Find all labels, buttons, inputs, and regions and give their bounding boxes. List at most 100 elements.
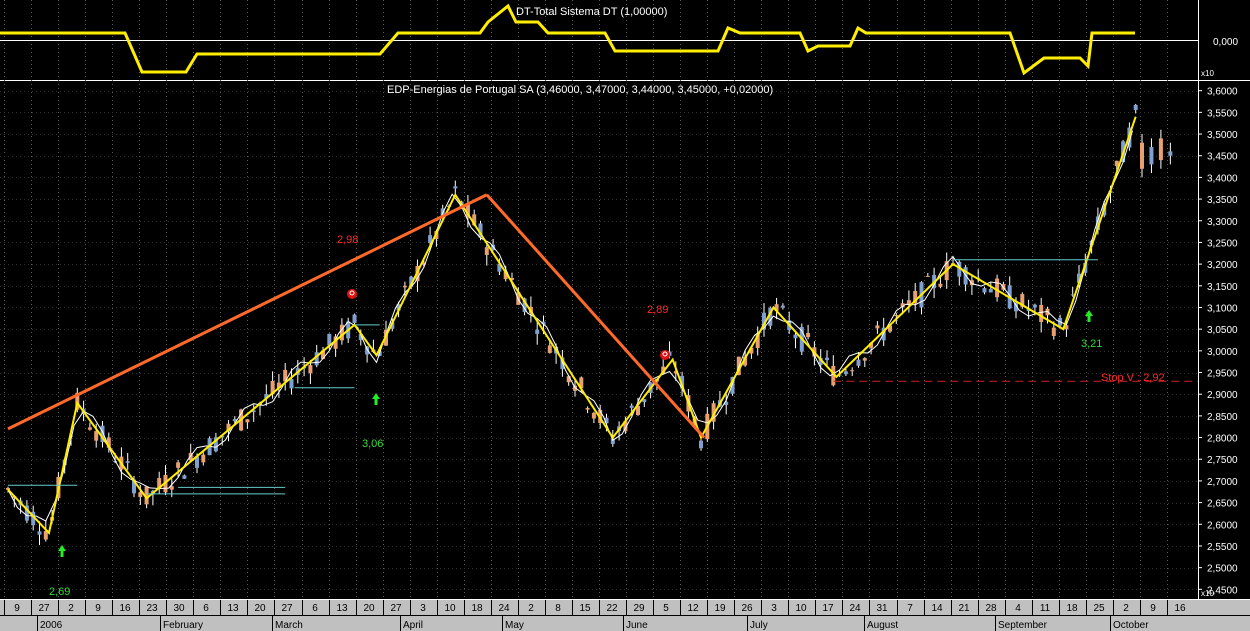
x-tick-label: 31 [876, 603, 888, 614]
candle-body [1039, 304, 1044, 322]
x-tick-label: 2 [1123, 603, 1129, 614]
candle-body [875, 325, 880, 329]
x-tick-label: 19 [714, 603, 726, 614]
candle-body [125, 461, 130, 463]
candle-body [925, 275, 930, 277]
annotation-label: 2,98 [337, 234, 358, 246]
candle-body [585, 407, 590, 410]
candle-body [982, 288, 987, 293]
candle-body [1051, 327, 1056, 336]
candle-body [547, 345, 552, 353]
x-month-label: July [750, 620, 768, 631]
x-month-label: April [403, 620, 423, 631]
y-tick-label: 3,2500 [1207, 238, 1238, 249]
chart-window: 0,000 x10 2,98 2,89 3,06 2,69 3,21 Stop V : 2,… [0, 0, 1250, 631]
x-month-label: 2006 [40, 620, 63, 631]
x-tick-label: 24 [849, 603, 861, 614]
candle-body [793, 334, 798, 339]
y-tick-label: 3,4500 [1207, 152, 1238, 163]
y-tick-label: 3,6000 [1207, 87, 1238, 98]
candle-body [780, 305, 785, 308]
x-tick-label: 23 [146, 603, 158, 614]
y-tick-label: 2,6000 [1207, 520, 1238, 531]
y-tick-label: 2,8000 [1207, 434, 1238, 445]
x-tick-label: 13 [227, 603, 239, 614]
x-tick-label: 22 [606, 603, 618, 614]
x-tick-label: 9 [1150, 603, 1156, 614]
annotation-label: 3,06 [362, 438, 383, 450]
annotation-label: 3,21 [1081, 338, 1102, 350]
candle-body [1133, 104, 1138, 111]
y-tick-label: 2,5000 [1207, 564, 1238, 575]
x-tick-label: 16 [1174, 603, 1186, 614]
axes: 3,6000 3,5500 3,5000 3,4500 3,4000 3,3500 3,30… [0, 87, 1250, 631]
x-tick-label: 4 [1015, 603, 1021, 614]
x-tick-label: 18 [471, 603, 483, 614]
x-tick-label: 13 [336, 603, 348, 614]
candle-body [484, 247, 489, 255]
y-tick-label: 3,0000 [1207, 347, 1238, 358]
candle-body [1168, 151, 1173, 156]
annotation-label: 2,69 [49, 586, 70, 598]
candle-body [862, 358, 867, 361]
candle-body [535, 329, 540, 334]
x-tick-label: 18 [1066, 603, 1078, 614]
y-tick-label: 2,8500 [1207, 412, 1238, 423]
candle-body [1140, 142, 1144, 169]
x-tick-label: 24 [498, 603, 510, 614]
candle-body [308, 365, 313, 374]
x-tick-label: 5 [663, 603, 669, 614]
y-tick-label: 2,9500 [1207, 369, 1238, 380]
candle-body [856, 359, 861, 366]
candle-body [1032, 304, 1037, 308]
x-tick-label: 27 [38, 603, 50, 614]
candle-body [94, 431, 99, 441]
x-tick-label: 17 [822, 603, 834, 614]
x-tick-label: 3 [420, 603, 426, 614]
candle-body [1158, 138, 1163, 161]
indicator-scale-label: x10 [1201, 69, 1214, 78]
x-tick-label: 10 [795, 603, 807, 614]
indicator-title: DT-Total Sistema DT (1,00000) [516, 6, 667, 18]
x-tick-label: 15 [579, 603, 591, 614]
candle-body [629, 405, 634, 408]
candle-body [6, 488, 10, 490]
annotation-label: Stop V : 2,92 [1101, 372, 1165, 384]
x-tick-label: 2 [528, 603, 534, 614]
x-tick-label: 21 [958, 603, 970, 614]
chart-marks: 2,98 2,89 3,06 2,69 3,21 Stop V : 2,92 [6, 103, 1198, 598]
y-tick-label: 2,5500 [1207, 542, 1238, 553]
x-tick-label: 27 [390, 603, 402, 614]
x-tick-label: 20 [363, 603, 375, 614]
x-tick-label: 9 [14, 603, 20, 614]
candle-body [453, 186, 458, 189]
candle-body [938, 283, 943, 287]
candle-body [843, 371, 848, 375]
buy-arrow-icon [372, 393, 380, 405]
y-tick-label: 3,1000 [1207, 303, 1238, 314]
y-tick-label: 3,3500 [1207, 195, 1238, 206]
x-tick-label: 3 [771, 603, 777, 614]
trend-line [485, 193, 706, 439]
candle-body [850, 370, 855, 372]
x-tick-label: 11 [1040, 603, 1051, 614]
zigzag-line [7, 116, 1137, 536]
y-tick-label: 3,3000 [1207, 217, 1238, 228]
candle-body [37, 531, 42, 535]
x-tick-label: 10 [444, 603, 456, 614]
y-tick-label: 2,7000 [1207, 477, 1238, 488]
x-month-label: June [626, 620, 648, 631]
trend-line [7, 193, 488, 431]
y-tick-label: 3,0500 [1207, 325, 1238, 336]
x-tick-label: 2 [68, 603, 74, 614]
x-tick-label: 12 [687, 603, 699, 614]
y-tick-label: 3,5000 [1207, 130, 1238, 141]
y-tick-label: 3,5500 [1207, 108, 1238, 119]
candle-body [894, 314, 899, 316]
x-tick-label: 28 [985, 603, 997, 614]
x-month-label: September [998, 620, 1048, 631]
x-tick-label: 8 [555, 603, 561, 614]
x-tick-label: 16 [119, 603, 131, 614]
x-month-label: October [1113, 620, 1149, 631]
candle-body [988, 289, 993, 293]
